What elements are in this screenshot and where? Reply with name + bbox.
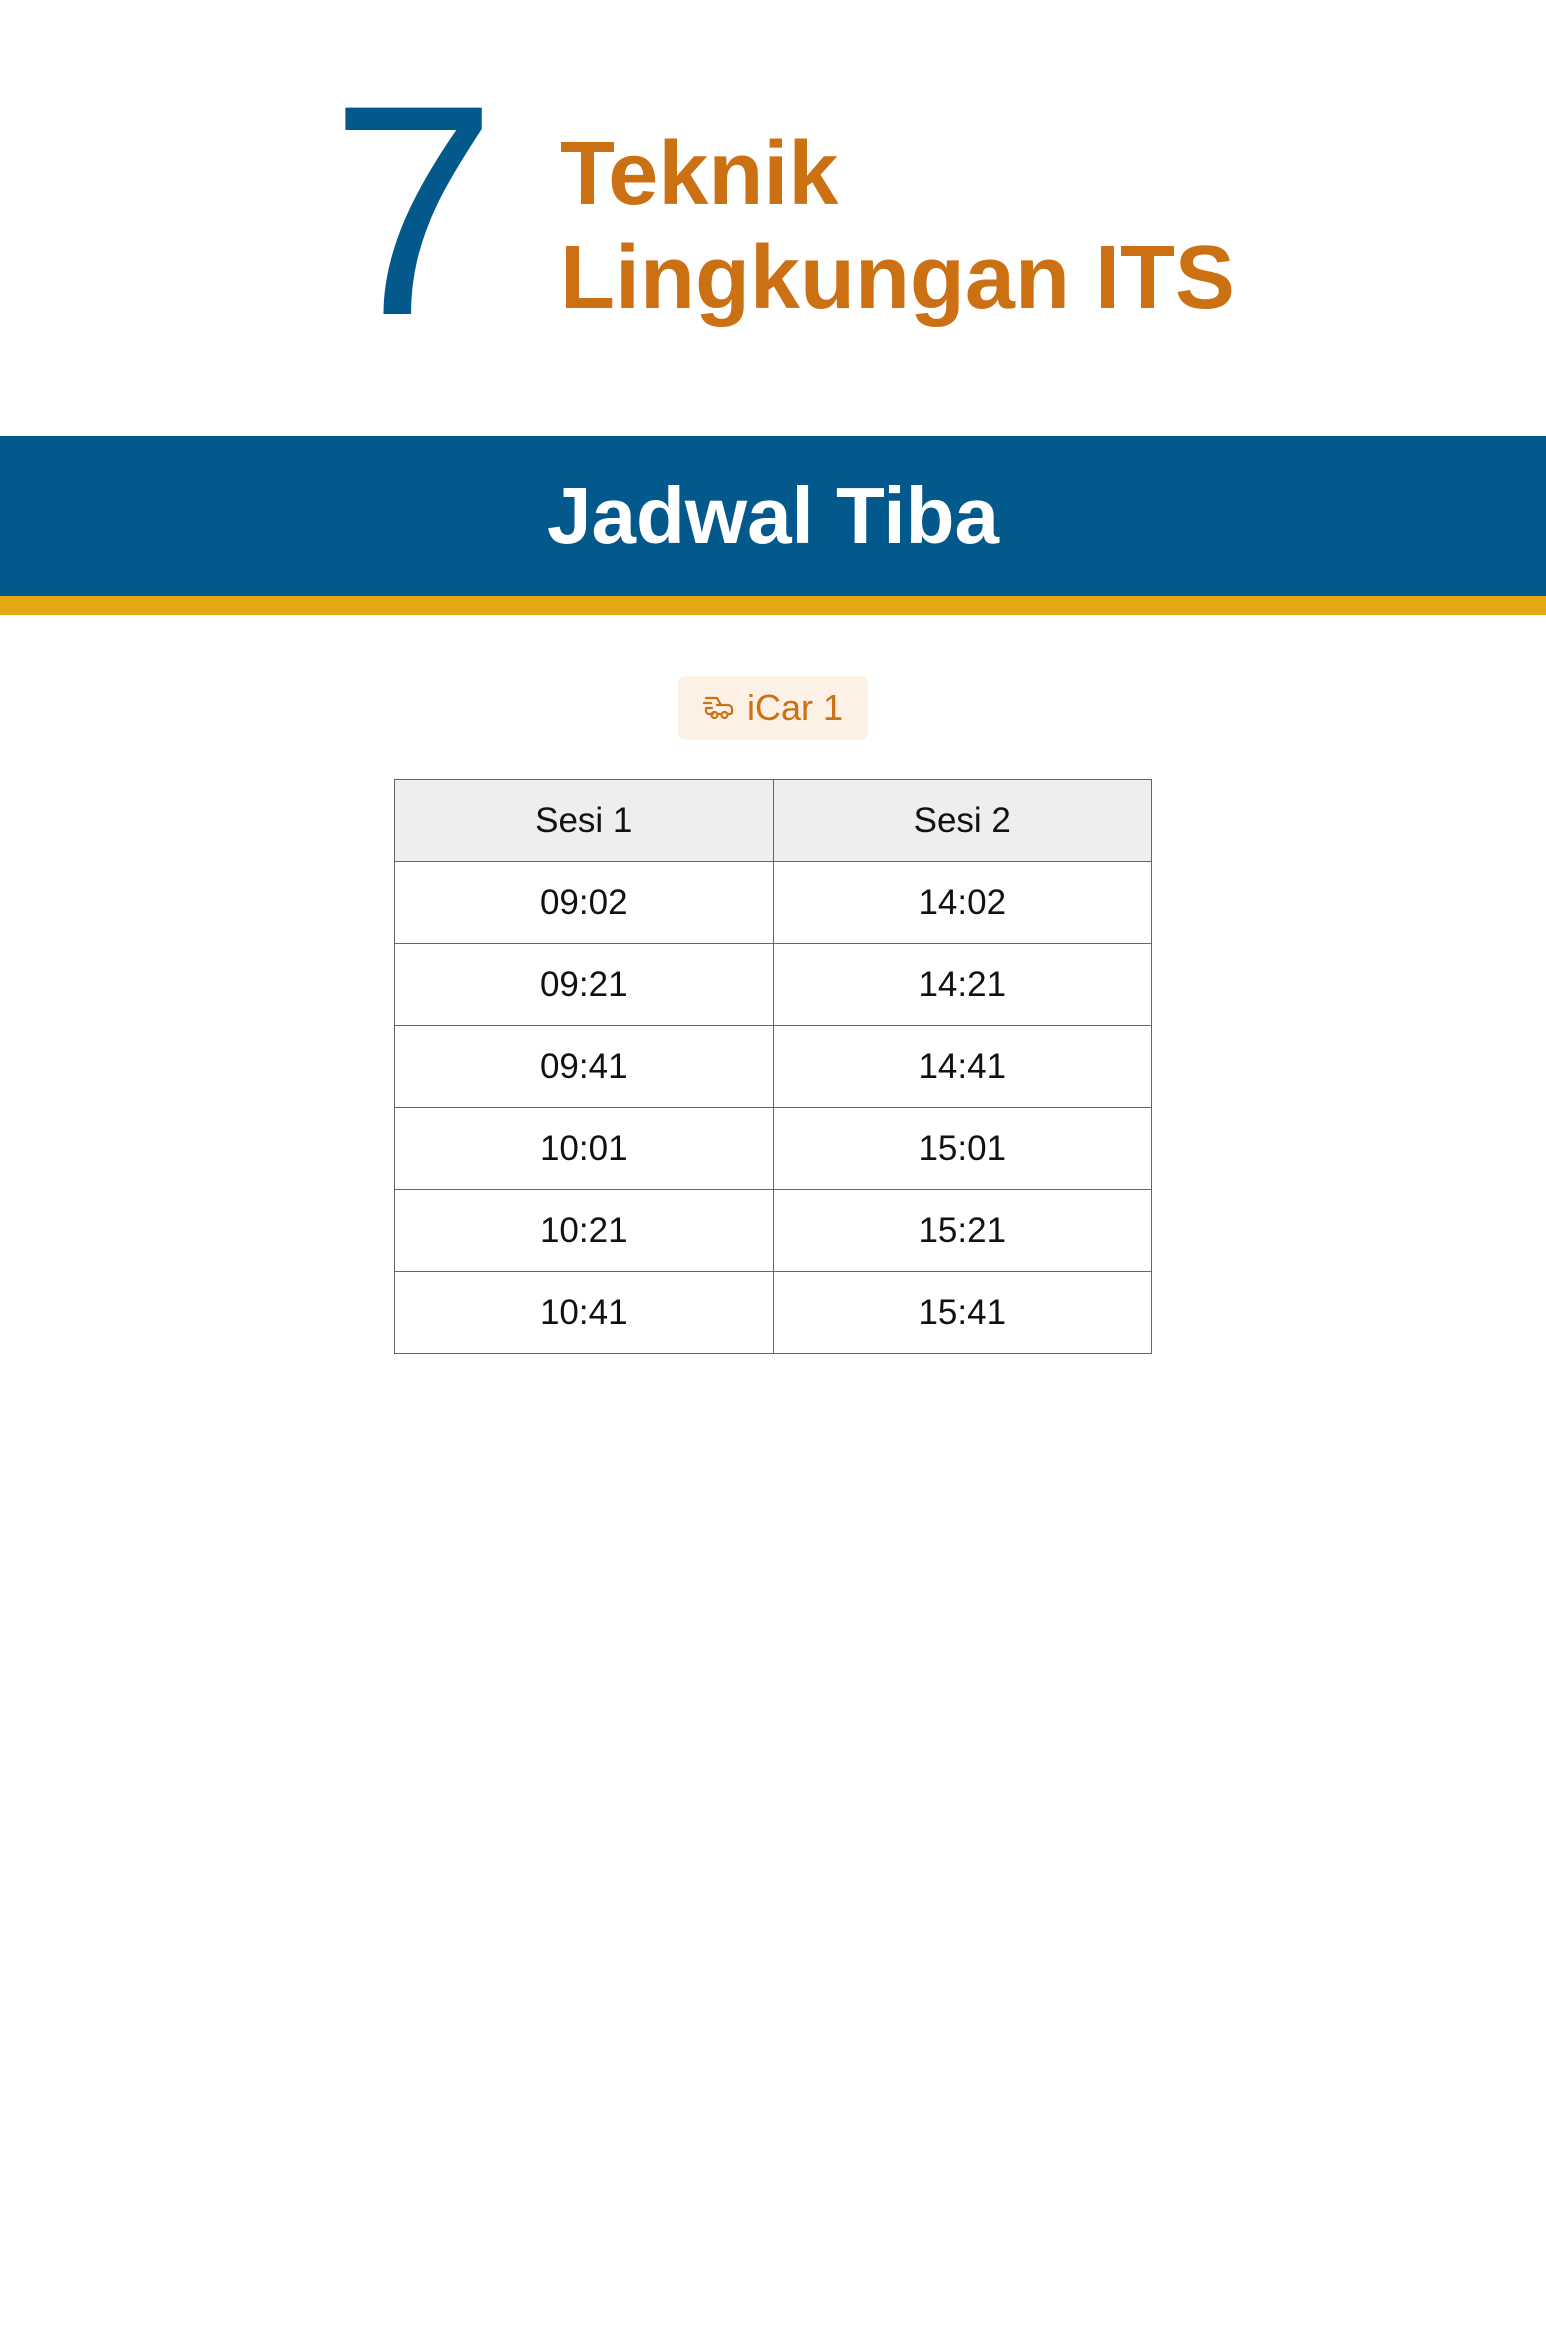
- arrival-schedule-table: Sesi 1 Sesi 2 09:02 14:02 09:21 14:21 09…: [394, 779, 1152, 1354]
- vehicle-label: iCar 1: [746, 687, 844, 728]
- stop-name: Teknik Lingkungan ITS: [560, 122, 1380, 330]
- arrival-time: 14:21: [772, 943, 1152, 1026]
- car-icon: [702, 694, 735, 722]
- banner-title: Jadwal Tiba: [546, 471, 1000, 560]
- stop-number: 7: [330, 42, 497, 378]
- table-row: 10:21 15:21: [394, 1189, 1152, 1272]
- banner-accent-stripe: [0, 596, 1546, 615]
- table-row: 10:01 15:01: [394, 1107, 1152, 1190]
- arrival-time: 15:01: [772, 1107, 1152, 1190]
- arrival-time: 14:02: [772, 861, 1152, 944]
- table-row: 09:21 14:21: [394, 943, 1152, 1026]
- arrival-time: 09:41: [394, 1025, 774, 1108]
- arrival-time: 14:41: [772, 1025, 1152, 1108]
- arrival-time: 10:01: [394, 1107, 774, 1190]
- arrival-time: 09:21: [394, 943, 774, 1026]
- stop-name-line-2: Lingkungan ITS: [560, 228, 1235, 328]
- stop-header: 7 Teknik Lingkungan ITS: [0, 0, 1546, 436]
- column-header-session-1: Sesi 1: [394, 779, 774, 862]
- arrival-time: 10:21: [394, 1189, 774, 1272]
- vehicle-badge: iCar 1: [678, 676, 868, 740]
- stop-name-line-1: Teknik: [560, 124, 839, 224]
- column-header-session-2: Sesi 2: [772, 779, 1152, 862]
- table-header-row: Sesi 1 Sesi 2: [394, 779, 1152, 862]
- schedule-banner: Jadwal Tiba: [0, 436, 1546, 596]
- arrival-time: 10:41: [394, 1271, 774, 1354]
- table-row: 09:41 14:41: [394, 1025, 1152, 1108]
- arrival-time: 09:02: [394, 861, 774, 944]
- arrival-time: 15:21: [772, 1189, 1152, 1272]
- table-row: 09:02 14:02: [394, 861, 1152, 944]
- arrival-time: 15:41: [772, 1271, 1152, 1354]
- arrival-schedule-page: 7 Teknik Lingkungan ITS Jadwal Tiba iCar…: [0, 0, 1546, 2350]
- table-row: 10:41 15:41: [394, 1271, 1152, 1354]
